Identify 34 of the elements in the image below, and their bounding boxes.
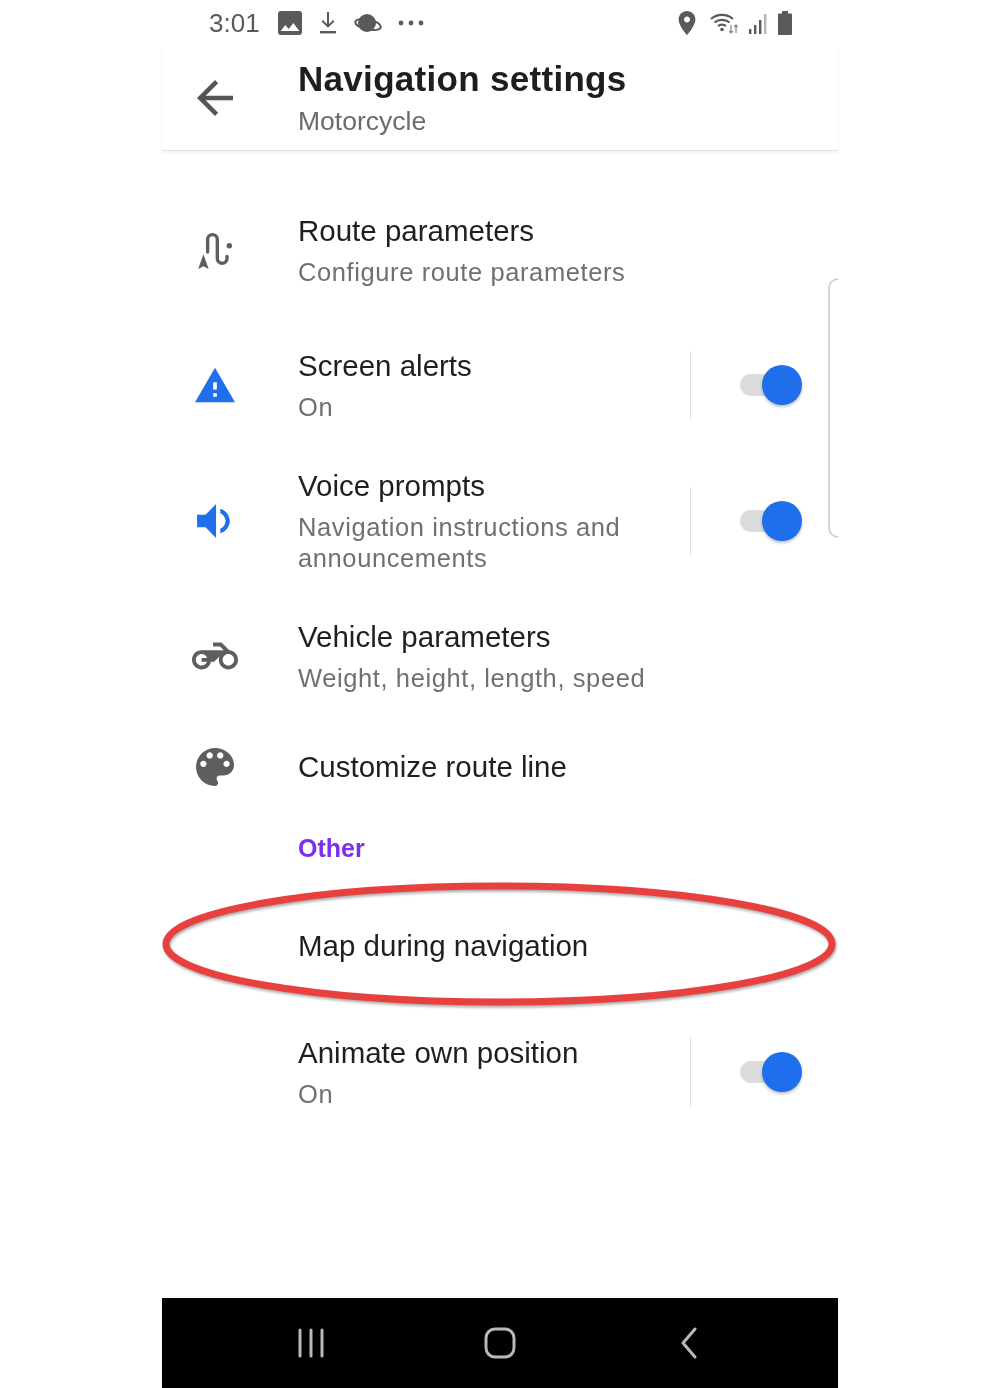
- setting-summary: On: [298, 392, 335, 423]
- setting-summary: Configure route parameters: [298, 257, 627, 288]
- setting-summary: Weight, height, length, speed: [298, 663, 647, 694]
- download-icon: [317, 10, 338, 35]
- battery-icon: [778, 10, 792, 35]
- planet-icon: [353, 11, 382, 34]
- toggle-switch[interactable]: [740, 1051, 802, 1093]
- setting-title[interactable]: Route parameters: [298, 212, 838, 250]
- setting-title[interactable]: Vehicle parameters: [298, 618, 838, 656]
- back-arrow-icon: [197, 79, 233, 116]
- status-time: 3:01: [209, 9, 260, 36]
- location-pin-icon: [678, 10, 696, 35]
- motorcycle-icon: [192, 640, 238, 672]
- setting-title[interactable]: Animate own position: [298, 1034, 678, 1072]
- edge-panel-handle[interactable]: [828, 278, 838, 538]
- home-icon: [484, 1327, 516, 1359]
- route-icon: [196, 230, 234, 270]
- setting-summary: Navigation instructions and announcements: [298, 512, 622, 574]
- setting-title[interactable]: Screen alerts: [298, 347, 678, 385]
- toggle-switch[interactable]: [740, 499, 802, 542]
- setting-title[interactable]: Customize route line: [298, 748, 838, 786]
- warning-icon: [195, 367, 235, 403]
- image-icon: [277, 10, 302, 35]
- setting-title[interactable]: Voice prompts: [298, 467, 678, 505]
- recent-apps-icon: [297, 1328, 325, 1358]
- palette-icon: [196, 748, 234, 786]
- back-button[interactable]: [197, 79, 233, 116]
- section-header: Other: [297, 833, 366, 864]
- chevron-left-icon: [680, 1327, 698, 1359]
- screen-subtitle: Motorcycle: [298, 104, 428, 137]
- more-dots-icon: [397, 19, 424, 26]
- setting-summary: On: [298, 1079, 335, 1110]
- screen-title: Navigation settings: [298, 58, 628, 99]
- toggle-switch[interactable]: [740, 364, 802, 406]
